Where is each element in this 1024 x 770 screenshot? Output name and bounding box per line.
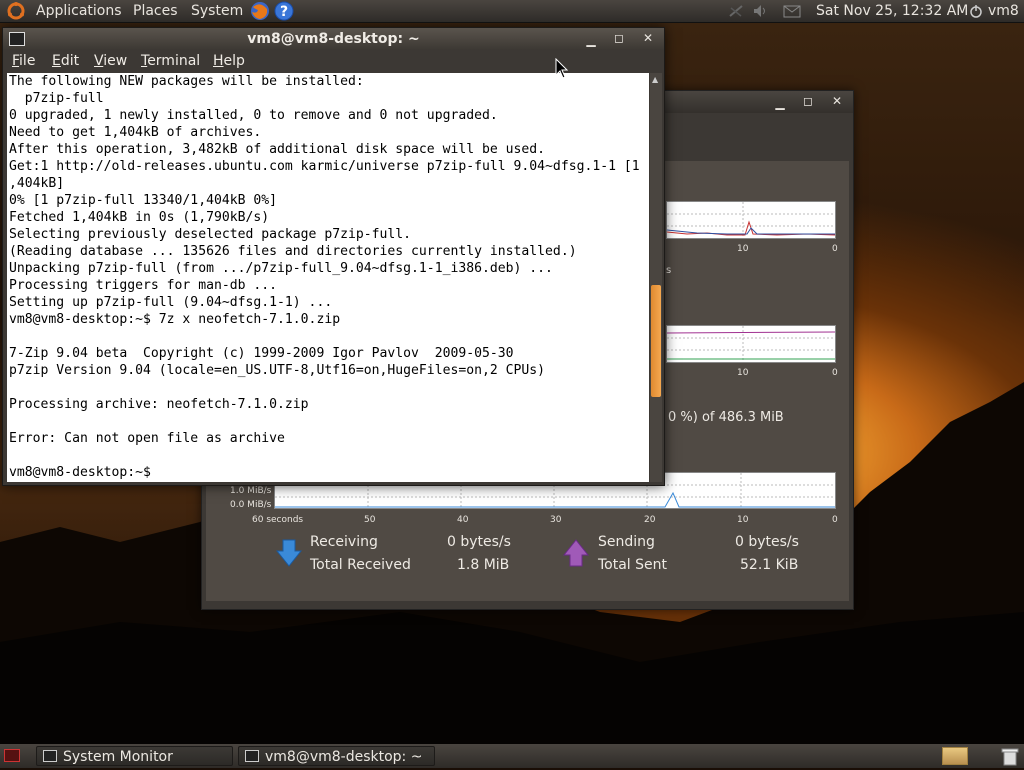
sending-value: 0 bytes/s: [735, 534, 799, 550]
terminal-output-area[interactable]: The following NEW packages will be insta…: [7, 73, 649, 482]
svg-text:?: ?: [280, 4, 288, 20]
mem-axis-0: 0: [832, 368, 838, 378]
taskbar-system-monitor[interactable]: System Monitor: [36, 746, 233, 766]
receive-arrow-icon: [275, 539, 303, 571]
net-axis-40: 40: [457, 515, 469, 525]
menu-edit[interactable]: Edit: [52, 53, 79, 69]
applications-menu[interactable]: Applications: [36, 2, 122, 20]
top-panel: Applications Places System ? Sat Nov 25,…: [0, 0, 1024, 22]
cpu-axis-0: 0: [832, 244, 838, 254]
net-y-label-1: 1.0 MiB/s: [230, 486, 272, 496]
terminal-icon: [245, 750, 259, 762]
power-icon[interactable]: [969, 2, 983, 20]
terminal-output: The following NEW packages will be insta…: [9, 74, 640, 480]
show-desktop-icon[interactable]: [4, 749, 20, 762]
workspace-switcher[interactable]: [942, 747, 968, 765]
terminal-window[interactable]: vm8@vm8-desktop: ~ ▁ ◻ ✕ File Edit View …: [2, 27, 665, 486]
send-arrow-icon: [562, 539, 590, 571]
minimize-button[interactable]: ▁: [583, 32, 599, 48]
minimize-button[interactable]: ▁: [772, 95, 788, 111]
trash-icon[interactable]: [1000, 746, 1020, 766]
taskbar-item-label: System Monitor: [63, 749, 173, 765]
sending-label: Sending: [598, 534, 655, 550]
memory-usage-text: 0 %) of 486.3 MiB: [668, 410, 784, 425]
close-button[interactable]: ✕: [829, 93, 845, 109]
mouse-cursor-icon: [555, 58, 569, 79]
net-axis-20: 20: [644, 515, 656, 525]
net-axis-0: 0: [832, 515, 838, 525]
net-axis-60: 60 seconds: [252, 515, 304, 525]
menu-view[interactable]: View: [94, 53, 127, 69]
net-y-label-0: 0.0 MiB/s: [230, 500, 272, 510]
close-button[interactable]: ✕: [640, 30, 656, 46]
bottom-panel: System Monitor vm8@vm8-desktop: ~: [0, 744, 1024, 768]
places-menu[interactable]: Places: [133, 2, 178, 20]
taskbar-item-label: vm8@vm8-desktop: ~: [265, 749, 423, 765]
taskbar-terminal[interactable]: vm8@vm8-desktop: ~: [238, 746, 435, 766]
mem-axis-10: 10: [737, 368, 749, 378]
clock[interactable]: Sat Nov 25, 12:32 AM: [816, 2, 968, 20]
total-sent-label: Total Sent: [598, 557, 668, 573]
maximize-button[interactable]: ◻: [611, 30, 627, 46]
maximize-button[interactable]: ◻: [800, 93, 816, 109]
cpu-axis-10: 10: [737, 244, 749, 254]
partial-label: s: [666, 265, 672, 276]
user-name[interactable]: vm8: [988, 2, 1019, 20]
volume-icon[interactable]: [752, 2, 770, 20]
help-icon[interactable]: ?: [274, 1, 294, 21]
receiving-value: 0 bytes/s: [447, 534, 511, 550]
total-received-label: Total Received: [310, 557, 411, 573]
system-menu[interactable]: System: [191, 2, 243, 20]
firefox-icon[interactable]: [249, 1, 271, 21]
terminal-app-icon[interactable]: [9, 32, 25, 46]
terminal-scrollbar[interactable]: ▲: [650, 73, 662, 482]
menu-terminal[interactable]: Terminal: [141, 53, 200, 69]
terminal-titlebar[interactable]: vm8@vm8-desktop: ~: [3, 28, 664, 50]
net-axis-10: 10: [737, 515, 749, 525]
net-axis-50: 50: [364, 515, 376, 525]
total-sent-value: 52.1 KiB: [740, 557, 799, 573]
receiving-label: Receiving: [310, 534, 378, 550]
mail-icon[interactable]: [782, 2, 802, 20]
terminal-title: vm8@vm8-desktop: ~: [247, 31, 420, 47]
system-monitor-icon: [43, 750, 57, 762]
scrollbar-thumb[interactable]: [651, 285, 661, 397]
total-received-value: 1.8 MiB: [457, 557, 510, 573]
net-axis-30: 30: [550, 515, 562, 525]
menu-file[interactable]: File: [12, 53, 35, 69]
cpu-history-graph: [666, 201, 836, 239]
scroll-up-icon[interactable]: ▲: [652, 75, 658, 84]
ubuntu-logo-icon[interactable]: [6, 2, 26, 20]
memory-history-graph: [666, 325, 836, 363]
menu-help[interactable]: Help: [213, 53, 245, 69]
network-disconnected-icon[interactable]: [728, 2, 744, 20]
